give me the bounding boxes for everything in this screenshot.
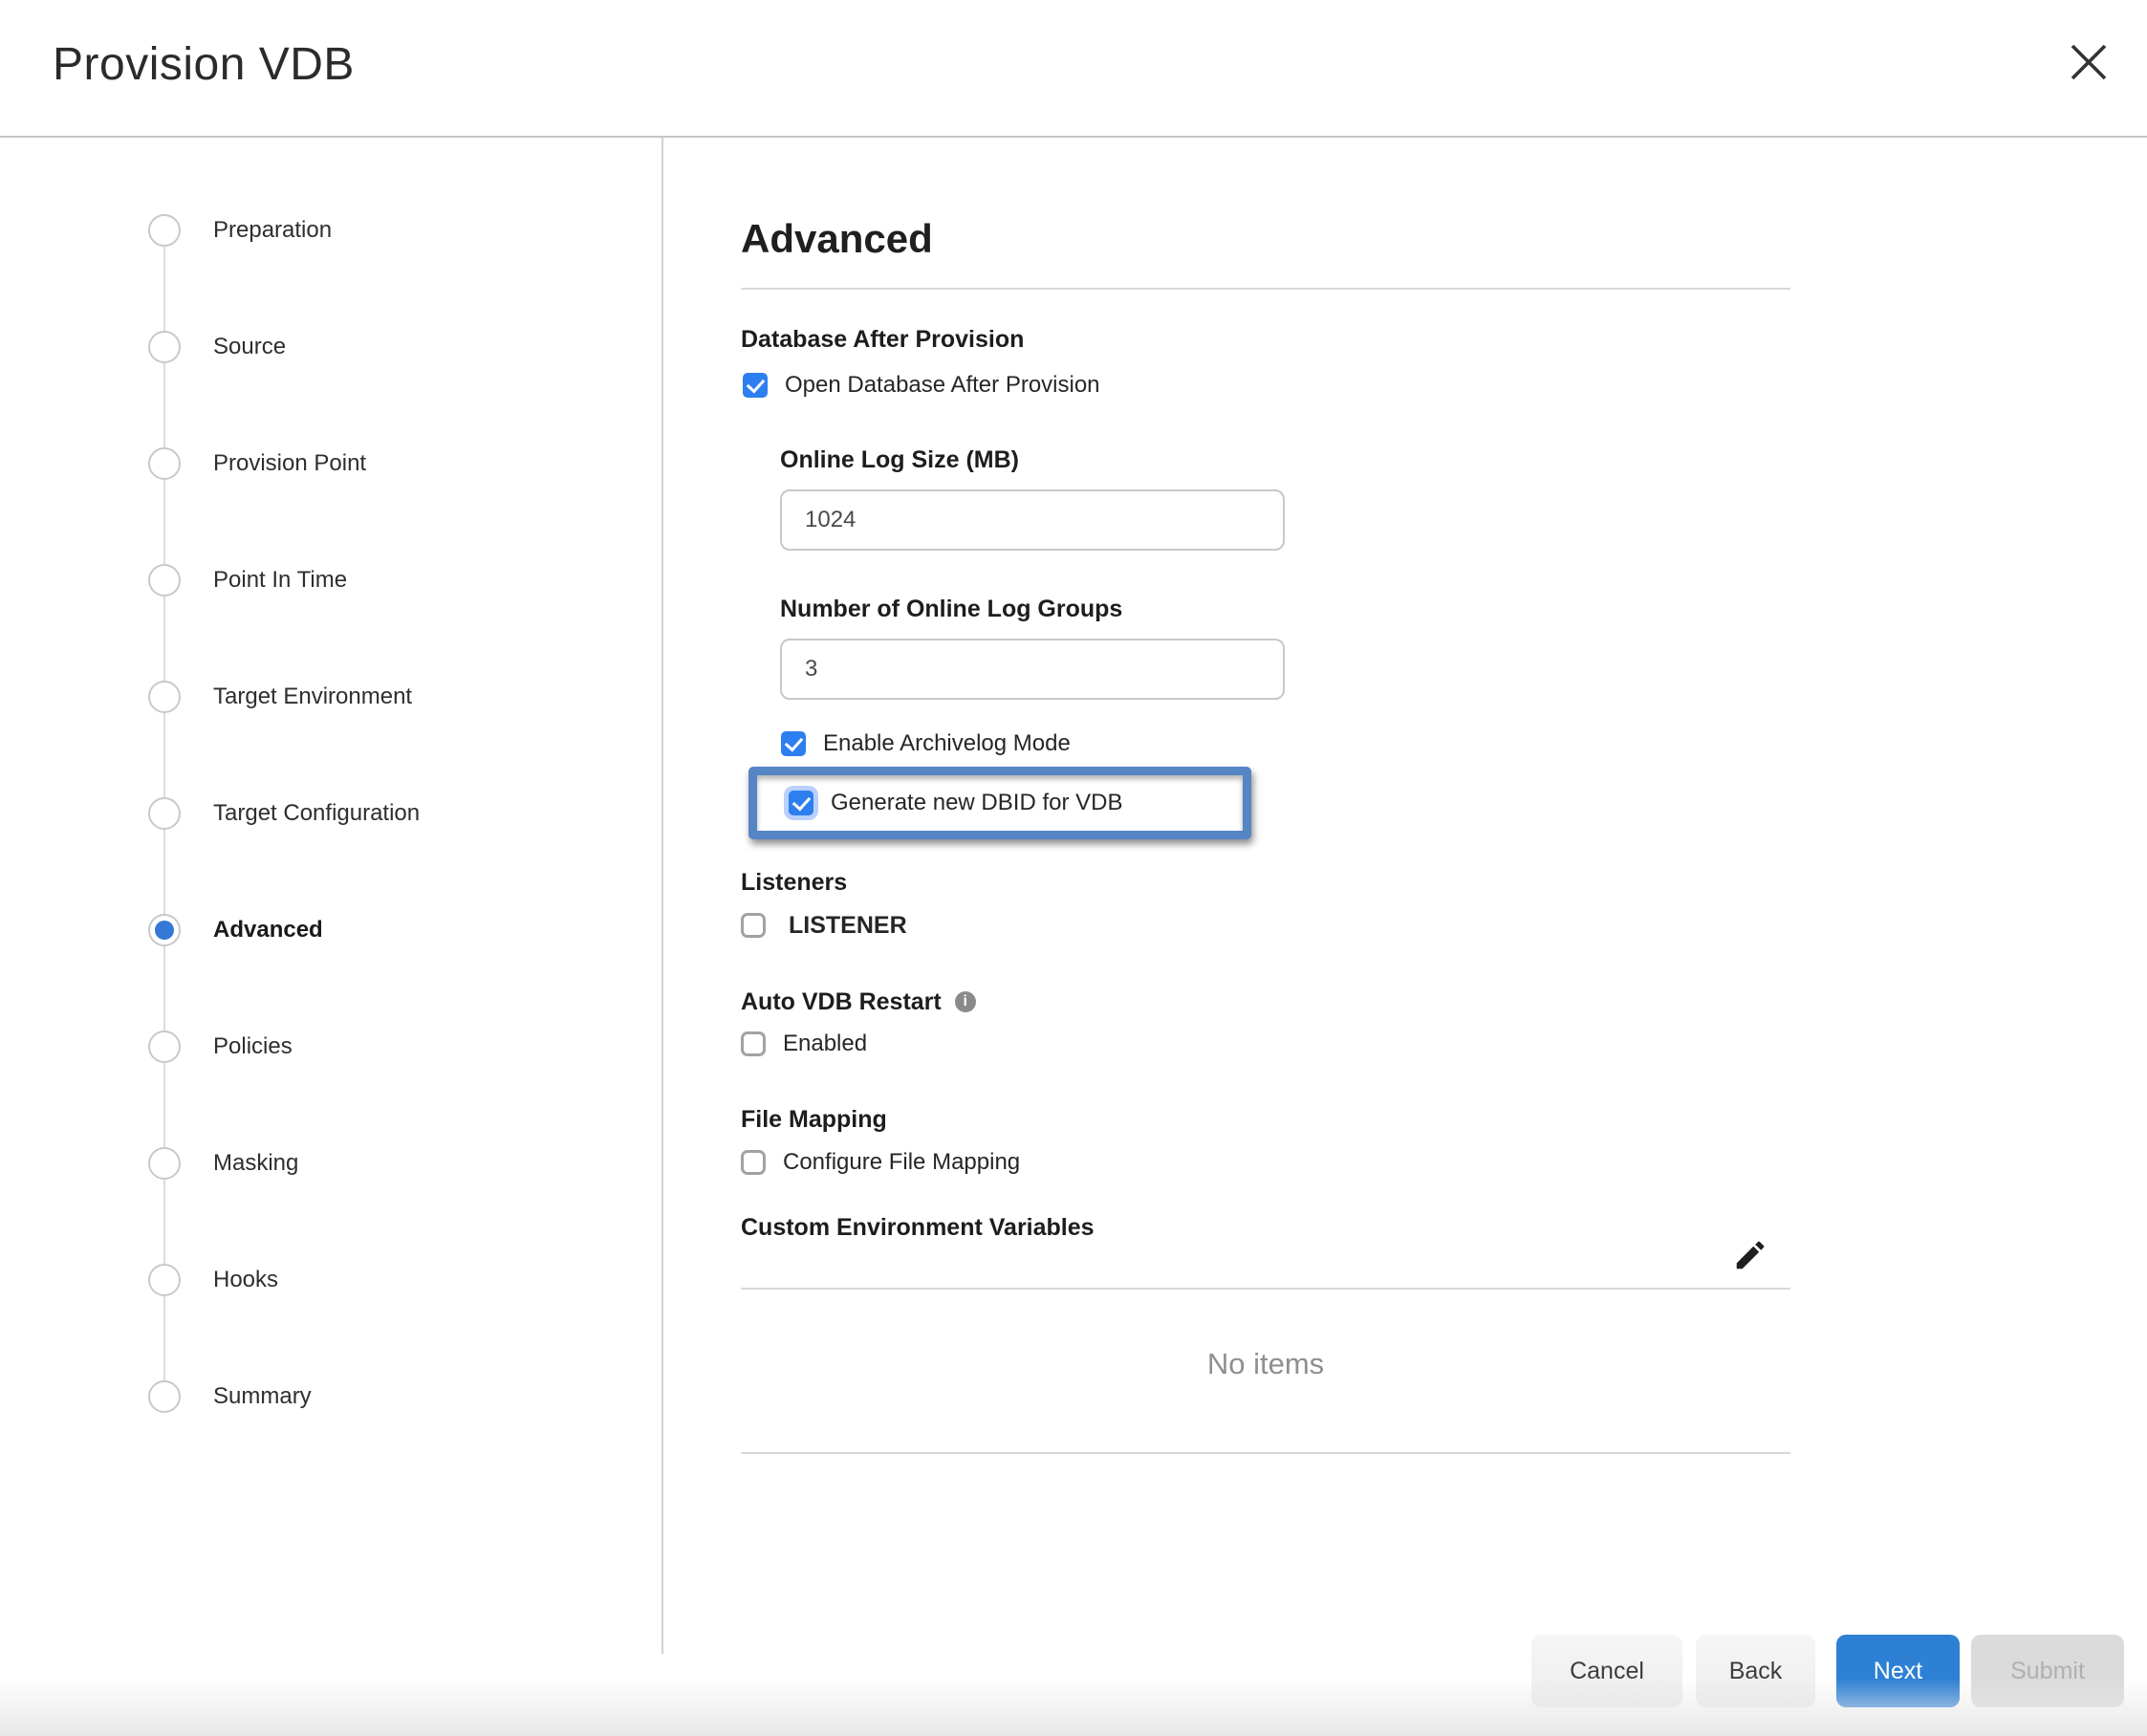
step-policies[interactable]: Policies: [148, 1026, 636, 1068]
configure-file-mapping-label: Configure File Mapping: [783, 1149, 1020, 1176]
no-items-text: No items: [741, 1345, 1790, 1383]
bottom-gradient: [0, 1679, 2147, 1736]
step-circle: [148, 681, 181, 713]
online-log-groups-label: Number of Online Log Groups: [780, 596, 1122, 622]
step-summary[interactable]: Summary: [148, 1376, 636, 1418]
online-log-size-input[interactable]: [780, 489, 1285, 551]
step-circle: [148, 1147, 181, 1180]
page-title: Advanced: [741, 215, 933, 263]
generate-dbid-highlight-box: Generate new DBID for VDB: [748, 767, 1251, 839]
step-label: Point In Time: [213, 566, 347, 595]
auto-restart-enabled-label: Enabled: [783, 1031, 867, 1057]
step-advanced-active[interactable]: Advanced: [148, 909, 636, 951]
dialog-title: Provision VDB: [53, 38, 355, 92]
configure-file-mapping-row: Configure File Mapping: [741, 1148, 1020, 1177]
step-circle: [148, 797, 181, 830]
step-circle-active: [148, 914, 181, 946]
generate-dbid-checkbox[interactable]: [789, 791, 813, 815]
edit-pencil-icon[interactable]: [1732, 1237, 1768, 1273]
bottom-divider: [741, 1452, 1790, 1454]
submit-button-disabled[interactable]: Submit: [1971, 1635, 2124, 1707]
step-hooks[interactable]: Hooks: [148, 1259, 636, 1301]
env-vars-divider: [741, 1288, 1790, 1290]
header-divider: [0, 136, 2147, 138]
auto-restart-enabled-checkbox[interactable]: [741, 1031, 766, 1056]
close-icon[interactable]: [2069, 42, 2109, 82]
step-label: Target Environment: [213, 683, 412, 711]
enable-archivelog-checkbox[interactable]: [781, 731, 806, 756]
step-label: Source: [213, 333, 286, 361]
generate-dbid-row: Generate new DBID for VDB: [789, 789, 1122, 817]
online-log-size-label: Online Log Size (MB): [780, 446, 1019, 473]
configure-file-mapping-checkbox[interactable]: [741, 1150, 766, 1175]
generate-dbid-label: Generate new DBID for VDB: [831, 790, 1122, 816]
enable-archivelog-row: Enable Archivelog Mode: [781, 729, 1071, 758]
info-icon[interactable]: i: [955, 991, 976, 1012]
next-button[interactable]: Next: [1836, 1635, 1960, 1707]
step-circle: [148, 447, 181, 480]
step-label: Target Configuration: [213, 799, 420, 828]
open-database-checkbox[interactable]: [743, 373, 768, 398]
step-label: Preparation: [213, 216, 332, 245]
step-provision-point[interactable]: Provision Point: [148, 443, 636, 485]
auto-restart-enabled-row: Enabled: [741, 1030, 867, 1058]
step-label: Masking: [213, 1149, 298, 1178]
step-circle: [148, 564, 181, 597]
custom-env-vars-label: Custom Environment Variables: [741, 1213, 1095, 1242]
step-masking[interactable]: Masking: [148, 1142, 636, 1184]
file-mapping-label: File Mapping: [741, 1105, 887, 1134]
step-label: Advanced: [213, 916, 323, 944]
step-label: Provision Point: [213, 449, 366, 478]
open-database-label: Open Database After Provision: [785, 372, 1100, 399]
cancel-button[interactable]: Cancel: [1531, 1635, 1682, 1707]
heading-divider: [741, 288, 1790, 290]
step-target-environment[interactable]: Target Environment: [148, 676, 636, 718]
step-circle: [148, 331, 181, 363]
back-button[interactable]: Back: [1696, 1635, 1815, 1707]
provision-vdb-dialog: Provision VDB Preparation Source Provisi…: [0, 0, 2147, 1736]
step-preparation[interactable]: Preparation: [148, 209, 636, 251]
listeners-label: Listeners: [741, 868, 847, 897]
step-circle: [148, 214, 181, 247]
listener-label: LISTENER: [789, 912, 907, 939]
step-point-in-time[interactable]: Point In Time: [148, 559, 636, 601]
step-label: Policies: [213, 1032, 293, 1061]
step-source[interactable]: Source: [148, 326, 636, 368]
auto-vdb-restart-label: Auto VDB Restart i: [741, 987, 976, 1016]
step-label: Summary: [213, 1382, 312, 1411]
step-label: Hooks: [213, 1266, 278, 1294]
step-circle: [148, 1031, 181, 1063]
step-target-configuration[interactable]: Target Configuration: [148, 792, 636, 835]
open-database-after-provision-row: Open Database After Provision: [743, 371, 1100, 400]
auto-vdb-restart-text: Auto VDB Restart: [741, 987, 942, 1016]
enable-archivelog-label: Enable Archivelog Mode: [823, 730, 1071, 757]
step-circle: [148, 1380, 181, 1413]
database-after-provision-label: Database After Provision: [741, 325, 1024, 354]
online-log-groups-input[interactable]: [780, 639, 1285, 700]
step-circle: [148, 1264, 181, 1296]
listener-checkbox[interactable]: [741, 913, 766, 938]
sidebar-divider: [661, 138, 663, 1654]
listener-row: LISTENER: [741, 911, 907, 940]
